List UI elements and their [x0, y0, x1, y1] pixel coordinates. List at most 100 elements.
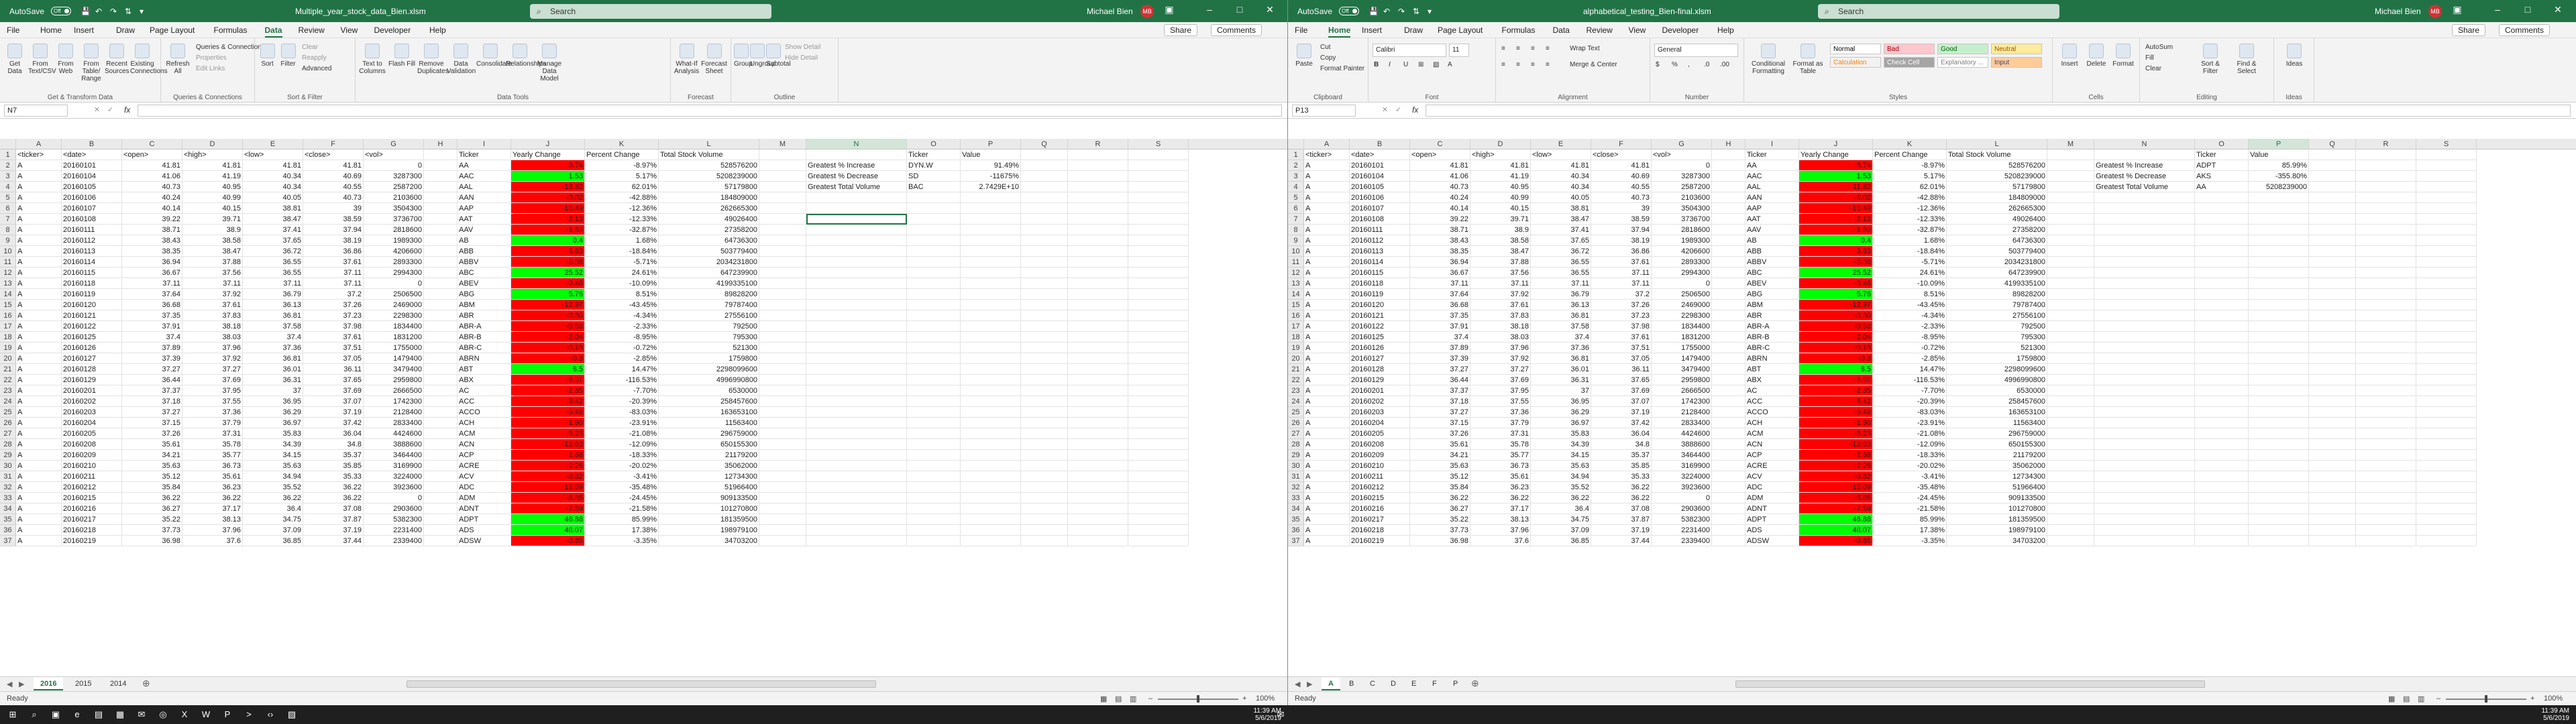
cell[interactable]	[2249, 471, 2309, 482]
cell[interactable]	[2249, 289, 2309, 300]
cell[interactable]: -10.09%	[585, 278, 659, 289]
cell[interactable]	[2309, 278, 2356, 289]
cell[interactable]: A	[16, 321, 62, 332]
cell[interactable]	[2416, 525, 2477, 536]
cell[interactable]	[907, 439, 961, 450]
cell[interactable]: 3464400	[364, 450, 424, 461]
cell[interactable]: 37.19	[1591, 525, 1652, 536]
row-header[interactable]: 26	[0, 418, 16, 428]
cell[interactable]: 20160209	[62, 450, 122, 461]
cell[interactable]: 37.44	[1591, 536, 1652, 546]
cell[interactable]: 184809000	[1947, 192, 2047, 203]
cell[interactable]: 503779400	[659, 246, 759, 257]
cell[interactable]: 20160211	[62, 471, 122, 482]
cell[interactable]	[2416, 225, 2477, 235]
cell[interactable]: 36.55	[1531, 267, 1591, 278]
cell[interactable]: 37.91	[122, 321, 182, 332]
cell[interactable]: -3.38	[1799, 257, 1873, 267]
cell[interactable]: -2.35	[1799, 385, 1873, 396]
column-header-N[interactable]: N	[806, 139, 907, 149]
cell[interactable]	[2195, 418, 2249, 428]
cell[interactable]: 35.61	[1470, 471, 1531, 482]
cell[interactable]: 20160201	[62, 385, 122, 396]
cell[interactable]: 36.94	[122, 257, 182, 267]
vscode-icon[interactable]: ‹›	[264, 709, 276, 721]
cell[interactable]: 40.95	[182, 182, 243, 192]
cell[interactable]: -6.23	[1799, 428, 1873, 439]
cell[interactable]: 20160211	[1350, 471, 1410, 482]
align-center-icon[interactable]: ≡	[1516, 61, 1520, 68]
horizontal-scrollbar[interactable]	[407, 680, 876, 688]
cell[interactable]: 3479400	[1652, 364, 1712, 375]
cell[interactable]	[1128, 235, 1189, 246]
cell[interactable]: -2.13	[511, 214, 585, 225]
name-box[interactable]: N7	[4, 105, 68, 117]
cell[interactable]: 36.81	[243, 310, 303, 321]
cell[interactable]: -18.84%	[585, 246, 659, 257]
cell[interactable]: A	[16, 343, 62, 353]
cell[interactable]: 3888600	[1652, 439, 1712, 450]
cell[interactable]: -12.09	[1799, 482, 1873, 493]
cell[interactable]	[2356, 364, 2416, 375]
cell[interactable]	[1712, 428, 1746, 439]
indent-icon[interactable]: ≡	[1546, 61, 1550, 68]
cell[interactable]: 36.79	[243, 289, 303, 300]
cell[interactable]	[1128, 471, 1189, 482]
cell[interactable]	[1712, 321, 1746, 332]
group-button[interactable]: Group	[734, 44, 753, 68]
cell[interactable]: 37.73	[122, 525, 182, 536]
cell[interactable]	[1128, 310, 1189, 321]
cell[interactable]: 3464400	[1652, 450, 1712, 461]
cell[interactable]: 3169900	[1652, 461, 1712, 471]
cell[interactable]	[2249, 375, 2309, 385]
cell[interactable]	[2195, 396, 2249, 407]
cell[interactable]	[2094, 493, 2195, 503]
reapply-link[interactable]: Reapply	[302, 54, 327, 62]
cell[interactable]	[1021, 203, 1068, 214]
cell[interactable]	[2249, 267, 2309, 278]
cell[interactable]: 36.22	[1531, 493, 1591, 503]
cell[interactable]	[2416, 160, 2477, 171]
cell[interactable]: 40.15	[182, 203, 243, 214]
cell[interactable]	[2249, 257, 2309, 267]
cell[interactable]	[2416, 289, 2477, 300]
cell[interactable]: 37.42	[1591, 418, 1652, 428]
header-cell[interactable]: Yearly Change	[1799, 149, 1873, 160]
cell[interactable]: 37.98	[303, 321, 364, 332]
row-header[interactable]: 22	[1288, 375, 1304, 385]
cell[interactable]: 36.11	[303, 364, 364, 375]
cell[interactable]	[2047, 310, 2094, 321]
cell[interactable]	[1068, 514, 1128, 525]
consolidate-button[interactable]: Consolidate	[476, 44, 512, 68]
cell[interactable]	[2356, 343, 2416, 353]
cell[interactable]	[424, 439, 458, 450]
cell[interactable]: 37.6	[182, 536, 243, 546]
cell[interactable]: 37.11	[303, 267, 364, 278]
borders-icon[interactable]: ⊞	[1418, 61, 1424, 68]
cell[interactable]	[2047, 439, 2094, 450]
cell[interactable]: 20160216	[1350, 503, 1410, 514]
cell[interactable]: ACRE	[1746, 461, 1799, 471]
row-header[interactable]: 35	[1288, 514, 1304, 525]
cell[interactable]: 2903600	[1652, 503, 1712, 514]
cell[interactable]	[1068, 310, 1128, 321]
cell[interactable]: 2231400	[364, 525, 424, 536]
cell[interactable]	[806, 536, 907, 546]
cell[interactable]	[961, 257, 1021, 267]
cell[interactable]	[424, 182, 458, 192]
undo-icon[interactable]: ↶	[1383, 7, 1390, 16]
tab-insert[interactable]: Insert	[1362, 25, 1382, 35]
column-header-S[interactable]: S	[1128, 139, 1189, 149]
cell[interactable]: 2833400	[1652, 418, 1712, 428]
cell[interactable]: 36.27	[1410, 503, 1470, 514]
cell[interactable]: 3479400	[364, 364, 424, 375]
cell[interactable]: -8.74	[511, 160, 585, 171]
cell[interactable]	[424, 493, 458, 503]
cell[interactable]	[2309, 364, 2356, 375]
cell[interactable]: -0.30	[511, 310, 585, 321]
cell[interactable]	[1068, 203, 1128, 214]
row-header[interactable]: 10	[1288, 246, 1304, 257]
cell[interactable]	[1068, 407, 1128, 418]
zoom-in-icon[interactable]: +	[1242, 695, 1246, 703]
cell[interactable]: 34.75	[243, 514, 303, 525]
